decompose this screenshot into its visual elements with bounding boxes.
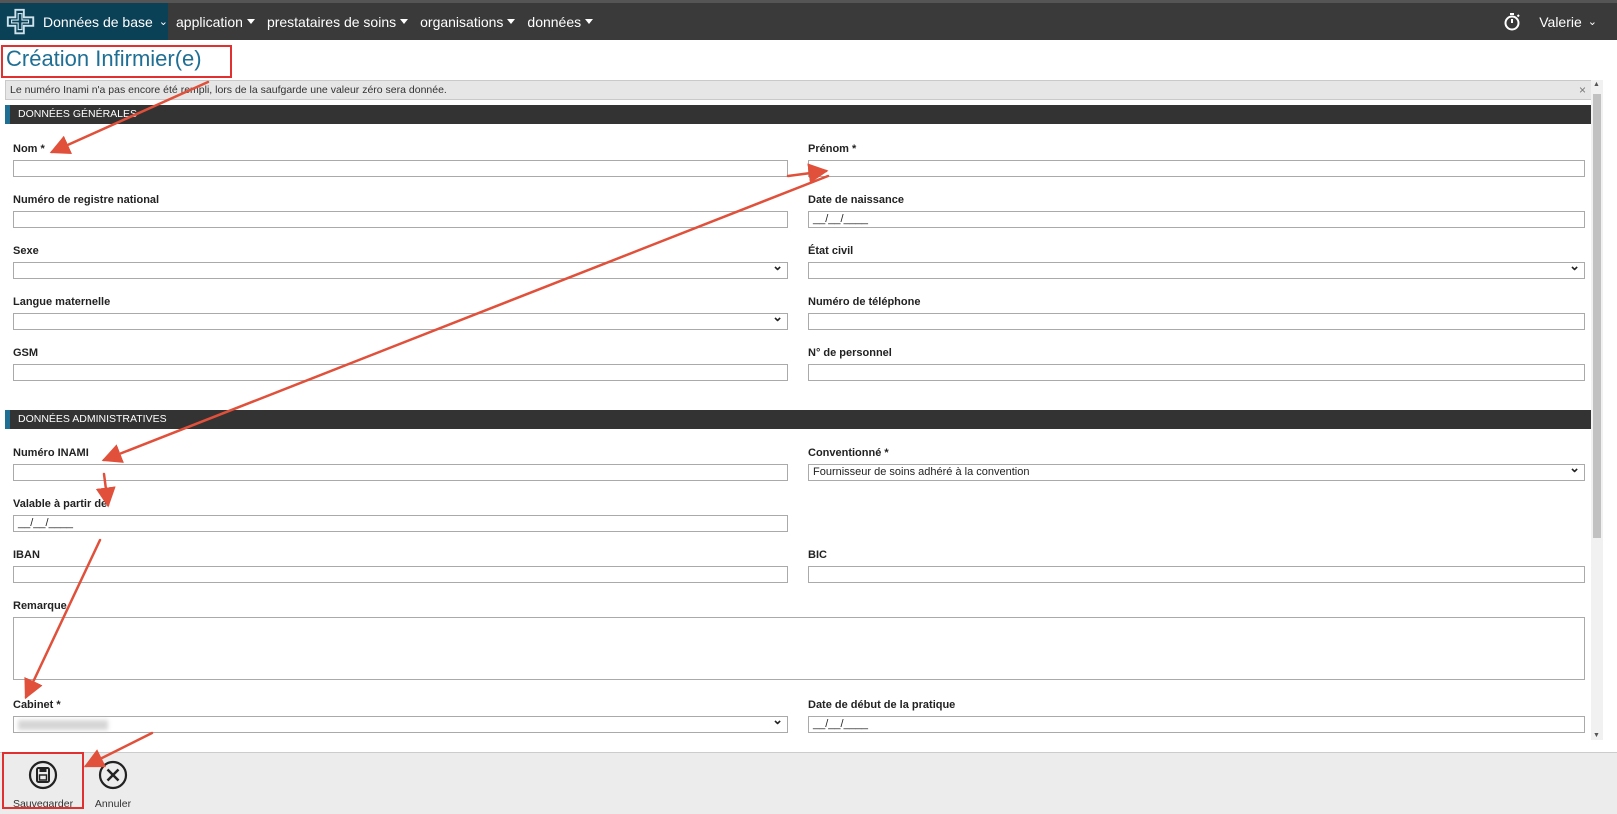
iban-label: IBAN bbox=[13, 549, 40, 561]
cancel-button[interactable]: Annuler bbox=[77, 753, 149, 810]
registre-input[interactable] bbox=[13, 211, 788, 228]
conventionne-label: Conventionné * bbox=[808, 447, 889, 459]
content-scrollbar[interactable]: ▲ ▼ bbox=[1591, 80, 1603, 740]
caret-down-icon bbox=[246, 19, 255, 24]
close-icon[interactable]: × bbox=[1579, 81, 1586, 99]
debut-pratique-label: Date de début de la pratique bbox=[808, 699, 956, 711]
top-navbar: Données de base ⌄ application prestataire… bbox=[0, 0, 1617, 40]
menu-prestataires[interactable]: prestataires de soins bbox=[267, 14, 409, 30]
menu-organisations[interactable]: organisations bbox=[420, 14, 516, 30]
menu-application[interactable]: application bbox=[176, 14, 255, 30]
cabinet-value-redacted bbox=[18, 720, 108, 730]
title-highlight-box bbox=[1, 45, 232, 78]
prenom-input[interactable] bbox=[808, 160, 1585, 177]
save-highlight-box bbox=[2, 752, 84, 809]
bic-input[interactable] bbox=[808, 566, 1585, 583]
etat-civil-select[interactable] bbox=[808, 258, 1585, 279]
chevron-down-icon: ⌄ bbox=[1587, 16, 1597, 28]
caret-down-icon bbox=[400, 19, 409, 24]
sexe-label: Sexe bbox=[13, 245, 39, 257]
conventionne-select[interactable]: Fournisseur de soins adhéré à la convent… bbox=[808, 460, 1585, 481]
cabinet-label: Cabinet * bbox=[13, 699, 61, 711]
telephone-input[interactable] bbox=[808, 313, 1585, 330]
caret-down-icon bbox=[585, 19, 594, 24]
caret-down-icon bbox=[507, 19, 516, 24]
debut-pratique-input[interactable]: __/__/____ bbox=[808, 716, 1585, 733]
section-general-header: DONNÉES GÉNÉRALES bbox=[5, 105, 1595, 124]
brand-label: Données de base ⌄ bbox=[43, 13, 168, 30]
brand-menu[interactable]: Données de base ⌄ bbox=[0, 3, 168, 40]
remarque-label: Remarque bbox=[13, 600, 67, 612]
scroll-up-arrow-icon[interactable]: ▲ bbox=[1593, 81, 1600, 88]
user-area: Valerie ⌄ bbox=[1503, 3, 1597, 40]
main-menu: application prestataires de soins organi… bbox=[176, 3, 594, 40]
inami-warning-alert: Le numéro Inami n'a pas encore été rempl… bbox=[5, 80, 1595, 100]
cabinet-select[interactable] bbox=[13, 712, 788, 733]
form-content: Le numéro Inami n'a pas encore été rempl… bbox=[5, 80, 1595, 740]
personnel-input[interactable] bbox=[808, 364, 1585, 381]
stopwatch-icon[interactable] bbox=[1503, 12, 1521, 32]
inami-label: Numéro INAMI bbox=[13, 447, 89, 459]
inami-input[interactable] bbox=[13, 464, 788, 481]
registre-label: Numéro de registre national bbox=[13, 194, 160, 206]
naissance-label: Date de naissance bbox=[808, 194, 904, 206]
section-admin-header: DONNÉES ADMINISTRATIVES bbox=[5, 410, 1595, 429]
iban-input[interactable] bbox=[13, 566, 788, 583]
menu-donnees[interactable]: données bbox=[527, 14, 594, 30]
valable-label: Valable à partir de bbox=[13, 498, 108, 510]
scroll-thumb[interactable] bbox=[1593, 94, 1601, 538]
gsm-label: GSM bbox=[13, 347, 39, 359]
scroll-down-arrow-icon[interactable]: ▼ bbox=[1593, 732, 1600, 739]
nom-label: Nom * bbox=[13, 143, 45, 155]
langue-select[interactable] bbox=[13, 309, 788, 330]
etat-civil-label: État civil bbox=[808, 245, 854, 257]
action-footer: Sauvegarder Annuler bbox=[0, 752, 1617, 814]
bic-label: BIC bbox=[808, 549, 827, 561]
user-menu[interactable]: Valerie ⌄ bbox=[1539, 14, 1597, 30]
close-circle-icon bbox=[98, 760, 128, 790]
langue-label: Langue maternelle bbox=[13, 296, 111, 308]
telephone-label: Numéro de téléphone bbox=[808, 296, 921, 308]
alert-text: Le numéro Inami n'a pas encore été rempl… bbox=[10, 84, 447, 96]
remarque-textarea[interactable] bbox=[13, 617, 1585, 680]
gsm-input[interactable] bbox=[13, 364, 788, 381]
naissance-input[interactable]: __/__/____ bbox=[808, 211, 1585, 228]
medical-cross-logo-icon bbox=[6, 8, 35, 34]
personnel-label: N° de personnel bbox=[808, 347, 892, 359]
prenom-label: Prénom * bbox=[808, 143, 857, 155]
valable-input[interactable]: __/__/____ bbox=[13, 515, 788, 532]
nom-input[interactable] bbox=[13, 160, 788, 177]
sexe-select[interactable] bbox=[13, 258, 788, 279]
chevron-down-icon: ⌄ bbox=[158, 16, 168, 28]
cancel-label: Annuler bbox=[94, 798, 132, 810]
